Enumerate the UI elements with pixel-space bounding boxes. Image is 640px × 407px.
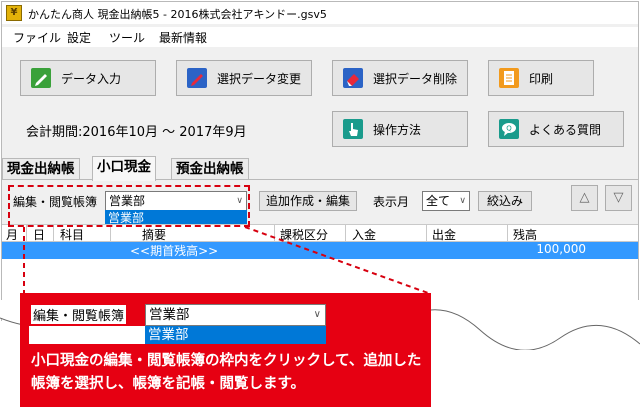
callout-ledger-select: 営業部 ∨ (145, 304, 326, 326)
tab-petty-cash[interactable]: 小口現金 (92, 156, 156, 181)
callout-ledger-label: 編集・閲覧帳簿 (31, 305, 127, 324)
callout-spacer (29, 326, 145, 344)
chevron-down-icon: ∨ (313, 309, 321, 320)
callout-text: 小口現金の編集・閲覧帳簿の枠内をクリックして、追加した帳簿を選択し、帳簿を記帳・… (31, 353, 422, 392)
callout-ledger-value: 営業部 (149, 307, 190, 323)
callout-ledger-option: 営業部 (145, 326, 326, 344)
